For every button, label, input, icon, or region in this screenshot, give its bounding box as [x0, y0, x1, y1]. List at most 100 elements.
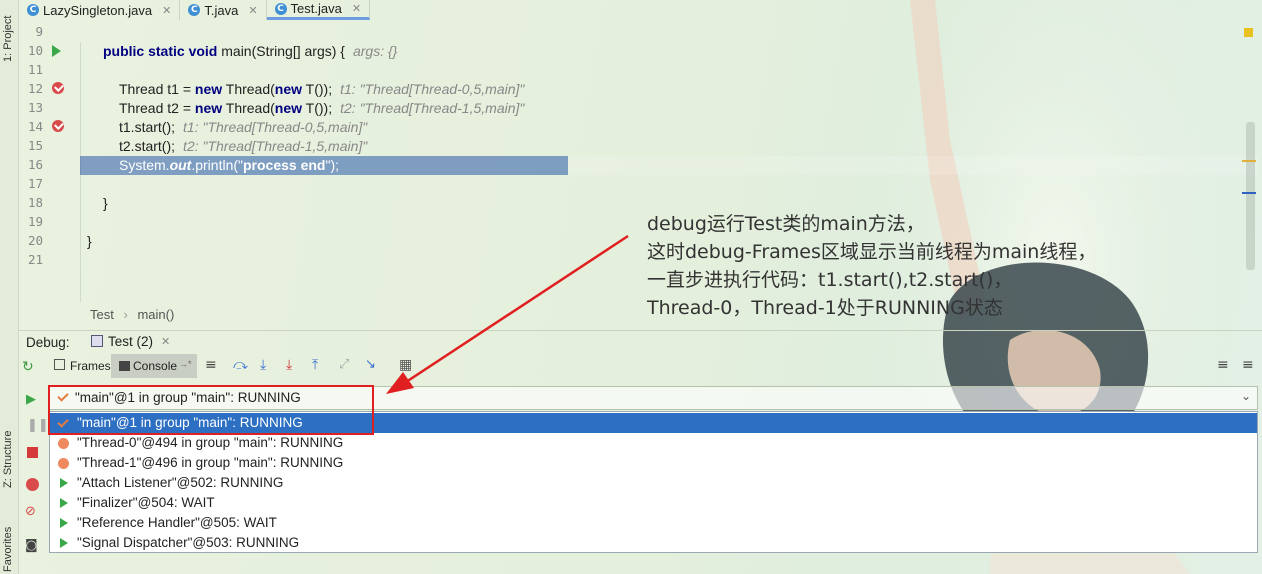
code-text: Thread t1 =	[119, 81, 195, 97]
thread-label: "Thread-1"@496 in group "main": RUNNING	[77, 455, 344, 470]
line-number: 13	[27, 100, 43, 115]
class-icon: C	[188, 4, 201, 16]
stop-icon[interactable]	[27, 447, 38, 458]
close-icon[interactable]: ✕	[162, 4, 171, 17]
error-stripe-mark	[1242, 160, 1256, 162]
close-icon[interactable]: ✕	[161, 335, 170, 348]
camera-icon[interactable]: ◙	[25, 538, 38, 553]
tab-frames[interactable]: Frames	[70, 359, 111, 373]
debug-title: Debug:	[26, 335, 70, 350]
code-line-15[interactable]: t2.start(); t2: "Thread[Thread-1,5,main]"	[119, 137, 367, 156]
tab-label: LazySingleton.java	[43, 2, 153, 18]
running-thread-icon	[60, 538, 68, 548]
force-step-into-icon[interactable]: ⤓	[286, 357, 292, 373]
breakpoint-icon[interactable]	[52, 120, 64, 132]
frames-icon	[54, 359, 65, 370]
debug-toolbar: ↻ Frames Console →* ≡ ⤼ ⤓ ⤓ ⤒ ⤢ ↘ ▦ ≡ ≡	[19, 354, 1262, 380]
thread-label: "Finalizer"@504: WAIT	[77, 495, 215, 510]
annotation-line: 这时debug-Frames区域显示当前线程为main线程，	[647, 241, 1097, 263]
inline-debug-value: t2: "Thread[Thread-1,5,main]"	[183, 138, 368, 154]
code-field: out	[169, 157, 192, 173]
structure-tool-label[interactable]: Z: Structure	[2, 431, 14, 488]
thread-row[interactable]: "Thread-1"@496 in group "main": RUNNING	[50, 453, 1257, 473]
line-number: 20	[27, 233, 43, 248]
code-text: .println("	[191, 157, 243, 173]
keyword: new	[274, 100, 303, 116]
debug-toolwindow-header: Debug: Test (2) ✕	[19, 330, 1262, 354]
mute-breakpoints-icon[interactable]: ⊘	[25, 504, 36, 519]
code-line-20[interactable]: }	[87, 232, 92, 251]
console-icon	[119, 361, 130, 371]
thread-row[interactable]: "Attach Listener"@502: RUNNING	[50, 473, 1257, 493]
class-icon: C	[274, 2, 287, 15]
breadcrumb-class[interactable]: Test	[90, 307, 114, 322]
resume-icon[interactable]: ▶	[26, 392, 36, 407]
line-number: 16	[27, 157, 43, 172]
thread-row[interactable]: "Thread-0"@494 in group "main": RUNNING	[50, 433, 1257, 453]
menu-icon[interactable]: ≡	[205, 357, 217, 373]
chevron-down-icon[interactable]: ⌄	[1241, 389, 1251, 403]
close-icon[interactable]: ✕	[248, 4, 257, 17]
tab-lazysingleton[interactable]: C LazySingleton.java ✕	[19, 0, 181, 20]
tab-t[interactable]: C T.java ✕	[180, 0, 267, 20]
editor-gutter: 9 10 11 12 13 14 15 16 17 18 19 20 21	[19, 20, 71, 302]
debug-session-tab[interactable]: Test (2)	[108, 334, 153, 349]
line-number: 17	[27, 176, 43, 191]
project-tool-label[interactable]: 1: Project	[2, 16, 14, 62]
code-line-10[interactable]: public static void main(String[] args) {…	[103, 42, 397, 61]
code-text: Thread(	[222, 100, 275, 116]
thread-row[interactable]: "Finalizer"@504: WAIT	[50, 493, 1257, 513]
evaluate-expression-icon[interactable]: ▦	[399, 357, 412, 373]
code-line-16[interactable]: System.out.println("process end");	[119, 156, 339, 175]
run-gutter-icon[interactable]	[52, 45, 61, 57]
run-to-cursor-icon[interactable]: ↘	[365, 357, 376, 372]
code-text: ");	[325, 157, 340, 173]
error-stripe-mark	[1242, 192, 1256, 194]
inline-debug-value: args: {}	[352, 43, 398, 59]
line-number: 18	[27, 195, 43, 210]
breadcrumb-method[interactable]: main()	[137, 307, 174, 322]
code-line-18[interactable]: }	[103, 194, 108, 213]
inspection-status-icon[interactable]	[1244, 28, 1253, 37]
tab-test[interactable]: C Test.java ✕	[266, 0, 371, 20]
thread-label: "Thread-0"@494 in group "main": RUNNING	[77, 435, 344, 450]
tab-label: Test.java	[290, 1, 342, 16]
step-over-icon[interactable]: ⤓	[260, 357, 266, 373]
step-out-icon[interactable]: ⤒	[312, 357, 318, 373]
layout-icon[interactable]: ≡	[1217, 357, 1229, 373]
tab-console[interactable]: Console →*	[111, 354, 197, 378]
thread-row[interactable]: "Signal Dispatcher"@503: RUNNING	[50, 533, 1257, 553]
view-breakpoints-icon[interactable]	[26, 478, 39, 491]
code-text: T());	[302, 100, 333, 116]
running-thread-icon	[60, 518, 68, 528]
thread-row[interactable]: "Reference Handler"@505: WAIT	[50, 513, 1257, 533]
inline-debug-value: t1: "Thread[Thread-0,5,main]"	[183, 119, 368, 135]
pause-icon[interactable]: ❚❚	[27, 418, 49, 433]
code-text: T());	[302, 81, 333, 97]
running-thread-icon	[60, 478, 68, 488]
breadcrumb-separator: ›	[123, 307, 128, 322]
code-line-12[interactable]: Thread t1 = new Thread(new T()); t1: "Thr…	[119, 80, 524, 99]
code-text: System.	[119, 157, 170, 173]
drop-frame-icon[interactable]: ⤢	[339, 357, 349, 372]
code-text: t1.start();	[119, 119, 176, 135]
editor-scrollbar[interactable]	[1246, 122, 1255, 270]
thread-label: "Signal Dispatcher"@503: RUNNING	[77, 535, 300, 550]
favorites-tool-label[interactable]: Favorites	[2, 527, 14, 572]
settings-icon[interactable]: ≡	[1242, 357, 1254, 373]
session-icon	[91, 335, 103, 347]
show-execution-point-icon[interactable]: ⤼	[233, 357, 248, 373]
annotation-highlight-box	[48, 385, 374, 435]
code-line-13[interactable]: Thread t2 = new Thread(new T()); t2: "Thr…	[119, 99, 524, 118]
line-number: 19	[27, 214, 43, 229]
editor-tabs: C LazySingleton.java ✕ C T.java ✕ C Test…	[19, 0, 1262, 20]
breadcrumb: Test › main()	[90, 307, 174, 322]
keyword: new	[194, 81, 223, 97]
code-text: t2.start();	[119, 138, 176, 154]
breakpoint-icon[interactable]	[52, 82, 64, 94]
code-line-14[interactable]: t1.start(); t1: "Thread[Thread-0,5,main]"	[119, 118, 367, 137]
console-tab-label: Console	[133, 359, 178, 373]
left-tool-strip: 1: Project Z: Structure Favorites	[0, 0, 19, 574]
close-icon[interactable]: ✕	[352, 2, 361, 15]
running-thread-icon	[60, 498, 68, 508]
